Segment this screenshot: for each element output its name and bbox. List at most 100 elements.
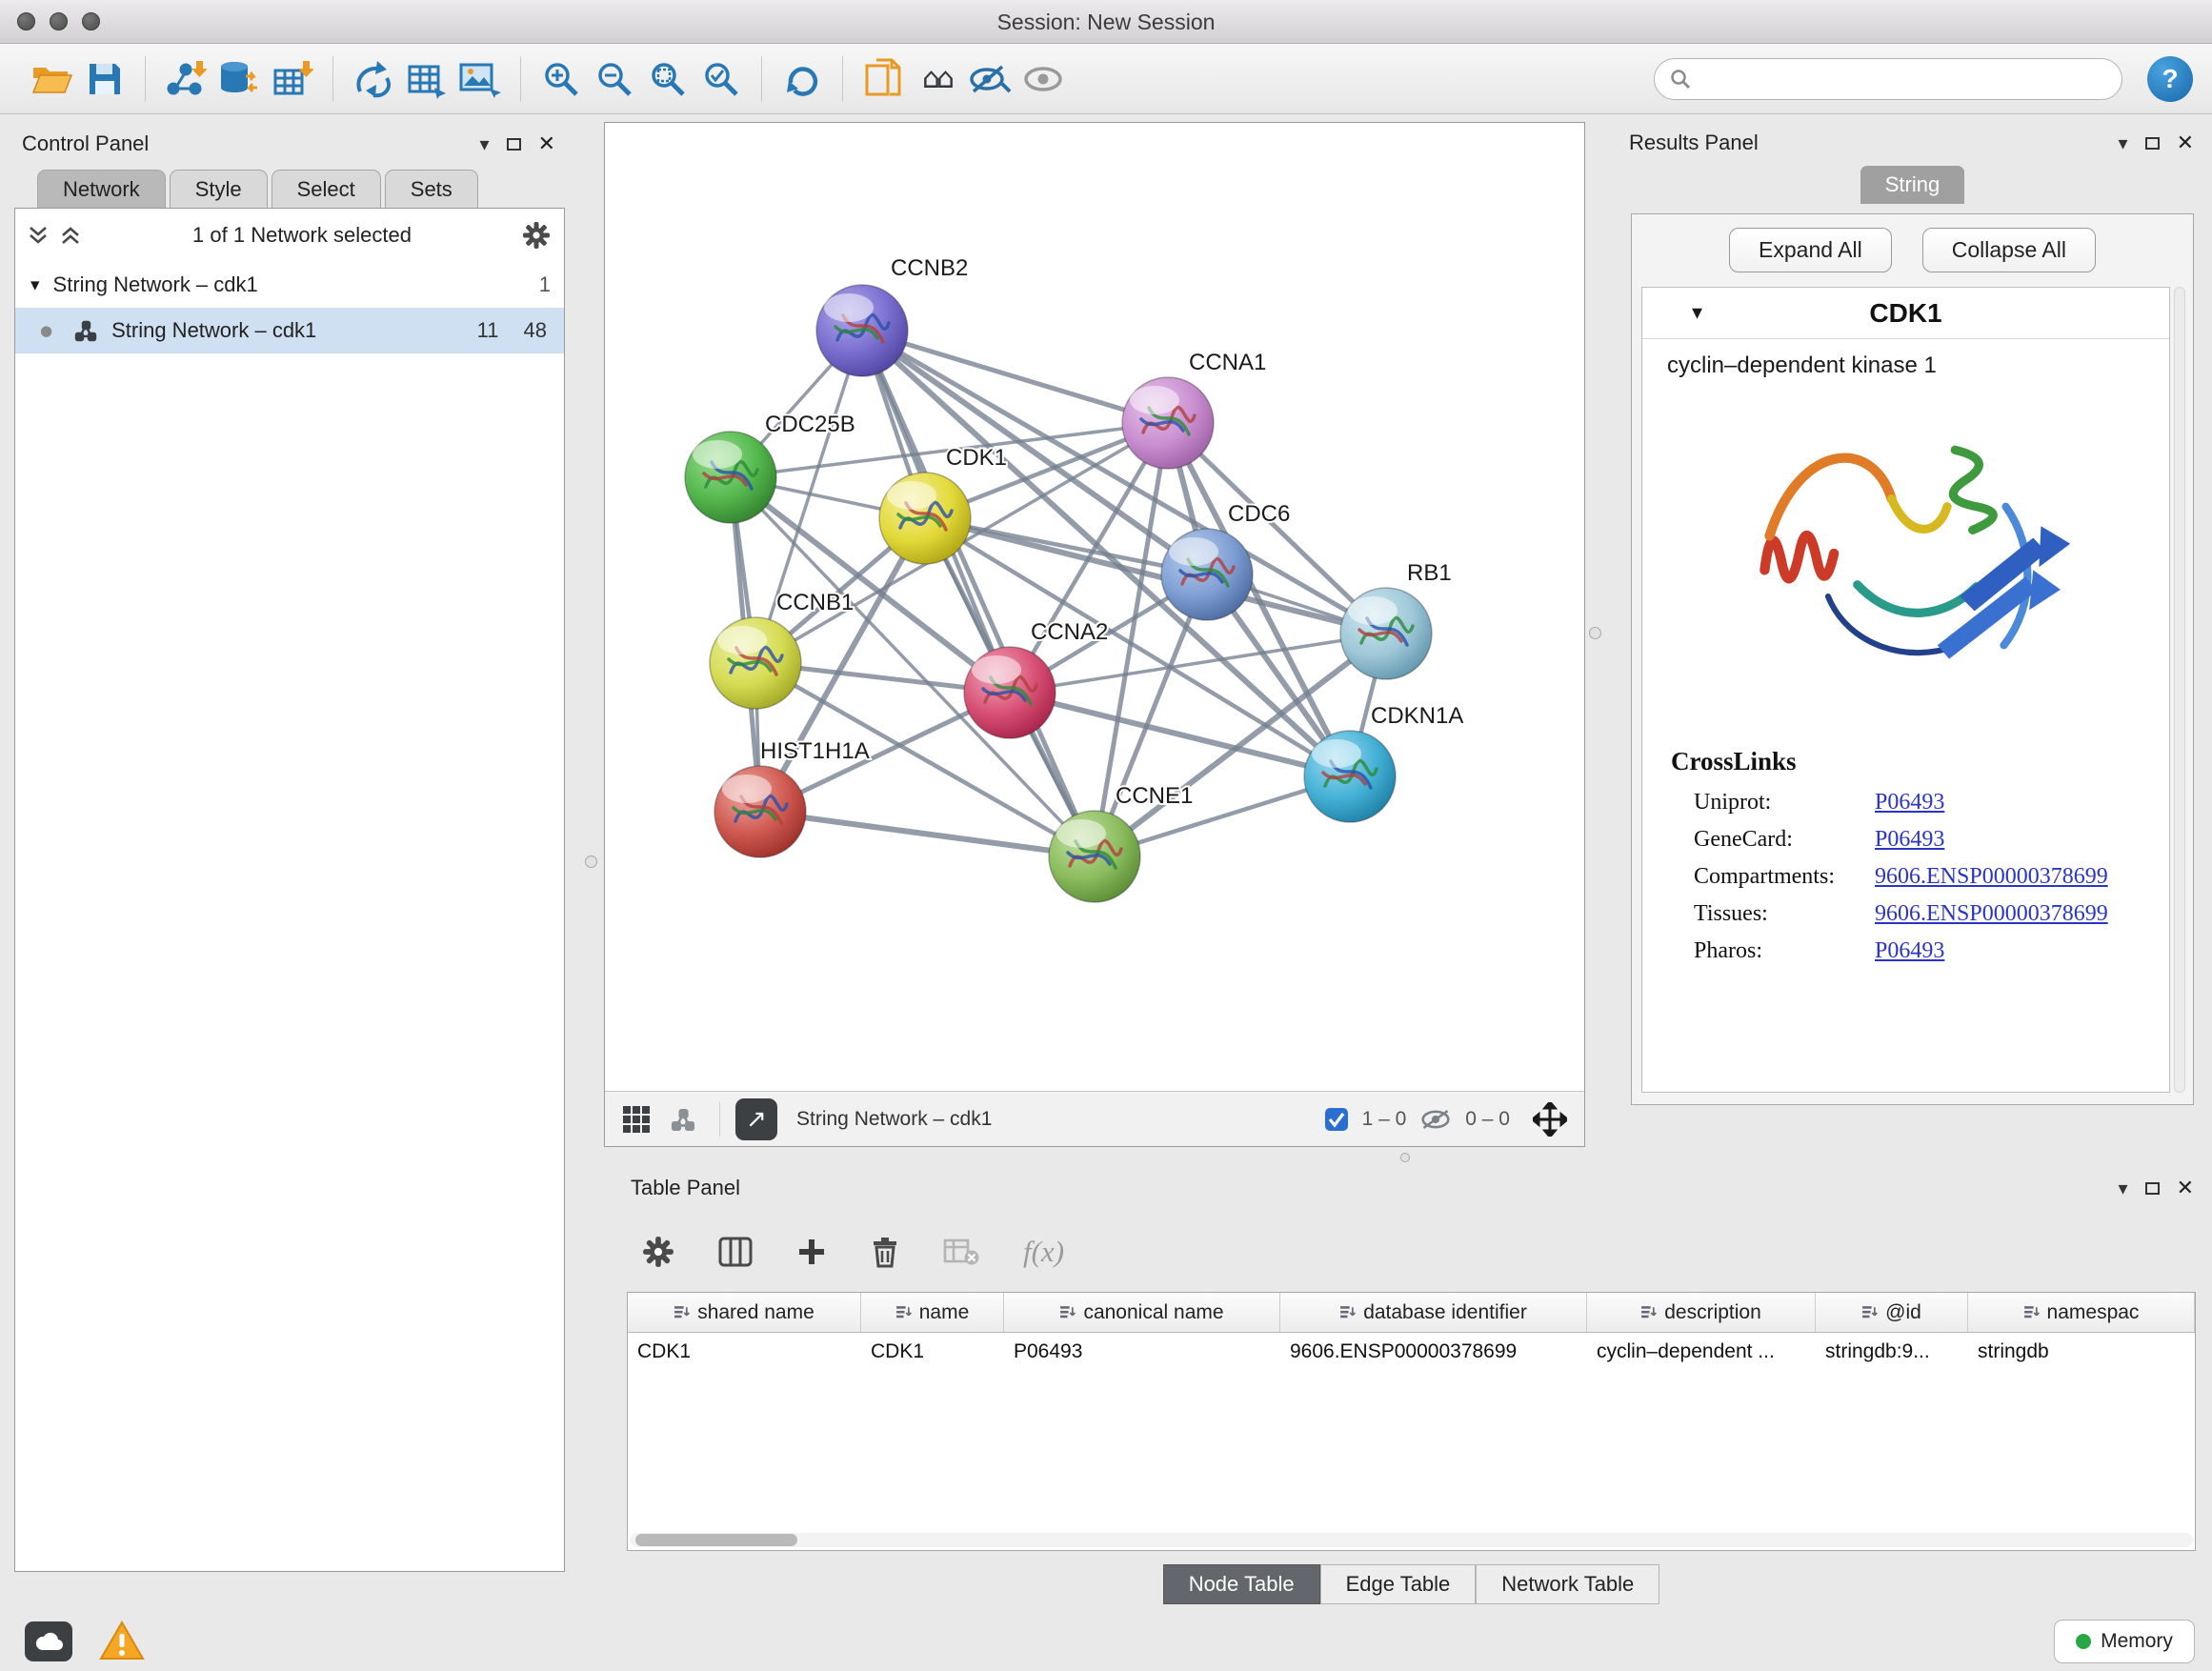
panel-float-icon[interactable] — [2145, 1182, 2160, 1195]
crosslinks-title: CrossLinks — [1642, 722, 2169, 784]
help-icon[interactable]: ? — [2147, 56, 2193, 102]
table-horizontal-scrollbar[interactable] — [630, 1533, 2193, 1547]
network-overview-icon[interactable]: ⌂⌂ — [910, 52, 963, 106]
table-cell[interactable]: 9606.ENSP00000378699 — [1280, 1333, 1587, 1373]
expand-all-button[interactable]: Expand All — [1729, 228, 1892, 272]
panel-close-icon[interactable]: ✕ — [2177, 131, 2194, 155]
panel-collapse-icon[interactable]: ▾ — [480, 132, 490, 155]
tab-node-table[interactable]: Node Table — [1163, 1564, 1320, 1604]
panel-close-icon[interactable]: ✕ — [2177, 1177, 2194, 1200]
zoom-selected-icon[interactable] — [694, 52, 748, 106]
search-input[interactable] — [1700, 67, 2106, 91]
table-cell[interactable]: CDK1 — [861, 1333, 1004, 1373]
left-splitter-handle[interactable] — [585, 856, 597, 868]
show-columns-icon[interactable] — [718, 1237, 753, 1267]
tab-network-table[interactable]: Network Table — [1476, 1564, 1659, 1604]
graphics-details-icon[interactable] — [963, 52, 1016, 106]
network-canvas-svg[interactable]: CCNB2CCNA1CDC25BCDK1CDC6RB1CCNB1CCNA2CDK… — [605, 123, 1584, 1091]
network-node-ccnb1[interactable]: CCNB1 — [710, 590, 854, 709]
network-node-rb1[interactable]: RB1 — [1340, 560, 1452, 679]
table-data-row[interactable]: CDK1CDK1P064939606.ENSP00000378699cyclin… — [628, 1333, 2195, 1373]
right-splitter-handle[interactable] — [1589, 627, 1601, 639]
tab-select[interactable]: Select — [271, 170, 381, 208]
string-tab[interactable]: String — [1860, 166, 1964, 204]
column-header-canonical-name[interactable]: canonical name — [1004, 1293, 1280, 1332]
zoom-out-icon[interactable] — [588, 52, 641, 106]
export-image-icon[interactable] — [453, 52, 507, 106]
results-scrollbar[interactable] — [2174, 287, 2185, 1093]
panel-float-icon[interactable] — [507, 138, 521, 151]
tree-expand-icon[interactable]: ▾ — [30, 274, 40, 295]
network-collection-row[interactable]: ▾ String Network – cdk1 1 — [15, 262, 564, 308]
crosslink-value-link[interactable]: P06493 — [1875, 938, 1944, 964]
network-node-ccna1[interactable]: CCNA1 — [1122, 350, 1266, 469]
bottom-splitter-handle[interactable] — [1400, 1153, 1410, 1162]
show-eye-icon[interactable] — [1016, 52, 1070, 106]
collapse-all-icon[interactable] — [59, 225, 82, 246]
selected-checkbox-icon[interactable] — [1324, 1107, 1349, 1132]
network-row-selected[interactable]: ● String Network – cdk1 11 48 — [15, 308, 564, 353]
column-header-database-identifier[interactable]: database identifier — [1280, 1293, 1587, 1332]
cloud-status-button[interactable] — [25, 1621, 72, 1661]
new-table-icon[interactable] — [400, 52, 453, 106]
column-header-description[interactable]: description — [1587, 1293, 1816, 1332]
scrollbar-thumb[interactable] — [635, 1534, 797, 1546]
gear-icon[interactable] — [522, 221, 551, 250]
network-node-label: CCNB1 — [776, 590, 854, 615]
table-settings-gear-icon[interactable] — [642, 1236, 674, 1268]
import-table-file-icon[interactable] — [266, 52, 319, 106]
refresh-icon[interactable] — [775, 52, 829, 106]
tab-edge-table[interactable]: Edge Table — [1320, 1564, 1477, 1604]
column-header-namespac[interactable]: namespac — [1968, 1293, 2195, 1332]
import-network-file-icon[interactable] — [159, 52, 212, 106]
move-crosshair-icon[interactable] — [1533, 1102, 1567, 1137]
crosslink-value-link[interactable]: 9606.ENSP00000378699 — [1875, 901, 2108, 927]
tab-style[interactable]: Style — [170, 170, 268, 208]
crosslink-value-link[interactable]: 9606.ENSP00000378699 — [1875, 864, 2108, 890]
import-network-database-icon[interactable] — [212, 52, 266, 106]
panel-collapse-icon[interactable]: ▾ — [2119, 1177, 2128, 1199]
search-field[interactable] — [1654, 58, 2122, 100]
panel-close-icon[interactable]: ✕ — [538, 132, 555, 156]
crosslink-value-link[interactable]: P06493 — [1875, 790, 1944, 815]
collapse-all-button[interactable]: Collapse All — [1922, 228, 2096, 272]
network-node-cdk1[interactable]: CDK1 — [879, 445, 1007, 564]
network-edge[interactable] — [862, 331, 1168, 423]
network-edge[interactable] — [760, 812, 1095, 856]
hidden-eye-icon[interactable] — [1419, 1108, 1452, 1131]
table-cell[interactable]: P06493 — [1004, 1333, 1280, 1373]
column-header-shared-name[interactable]: shared name — [628, 1293, 861, 1332]
column-header-name[interactable]: name — [861, 1293, 1004, 1332]
grid-view-icon[interactable] — [622, 1105, 651, 1134]
copy-document-icon[interactable] — [856, 52, 910, 106]
selected-count-label: 1 – 0 — [1362, 1108, 1407, 1131]
table-cell[interactable]: stringdb — [1968, 1333, 2195, 1373]
main-toolbar: ⌂⌂ ? — [0, 44, 2212, 114]
open-session-icon[interactable] — [25, 52, 78, 106]
column-header--id[interactable]: @id — [1816, 1293, 1968, 1332]
table-cell[interactable]: CDK1 — [628, 1333, 861, 1373]
add-column-icon[interactable] — [796, 1237, 827, 1267]
network-node-cdkn1a[interactable]: CDKN1A — [1304, 703, 1463, 822]
section-collapse-icon[interactable]: ▾ — [1692, 301, 1702, 325]
table-cell[interactable]: stringdb:9... — [1816, 1333, 1968, 1373]
warning-button[interactable] — [99, 1620, 145, 1666]
panel-collapse-icon[interactable]: ▾ — [2119, 131, 2128, 154]
zoom-fit-icon[interactable] — [641, 52, 694, 106]
tab-sets[interactable]: Sets — [385, 170, 478, 208]
table-cell[interactable]: cyclin–dependent ... — [1587, 1333, 1816, 1373]
expand-all-icon[interactable] — [27, 225, 50, 246]
node-table: shared namenamecanonical namedatabase id… — [627, 1292, 2196, 1551]
memory-button[interactable]: Memory — [2054, 1620, 2195, 1663]
zoom-in-icon[interactable] — [534, 52, 588, 106]
open-in-window-icon[interactable]: ↗ — [735, 1098, 777, 1140]
save-session-icon[interactable] — [78, 52, 131, 106]
crosslink-value-link[interactable]: P06493 — [1875, 827, 1944, 853]
tab-network[interactable]: Network — [37, 170, 166, 208]
node-section-header[interactable]: ▾ CDK1 — [1642, 288, 2169, 339]
network-node-hist1h1a[interactable]: HIST1H1A — [714, 738, 870, 857]
delete-column-icon[interactable] — [871, 1236, 899, 1268]
network-thumbnail-icon[interactable] — [670, 1107, 696, 1132]
new-network-icon[interactable] — [347, 52, 400, 106]
panel-float-icon[interactable] — [2145, 137, 2160, 150]
